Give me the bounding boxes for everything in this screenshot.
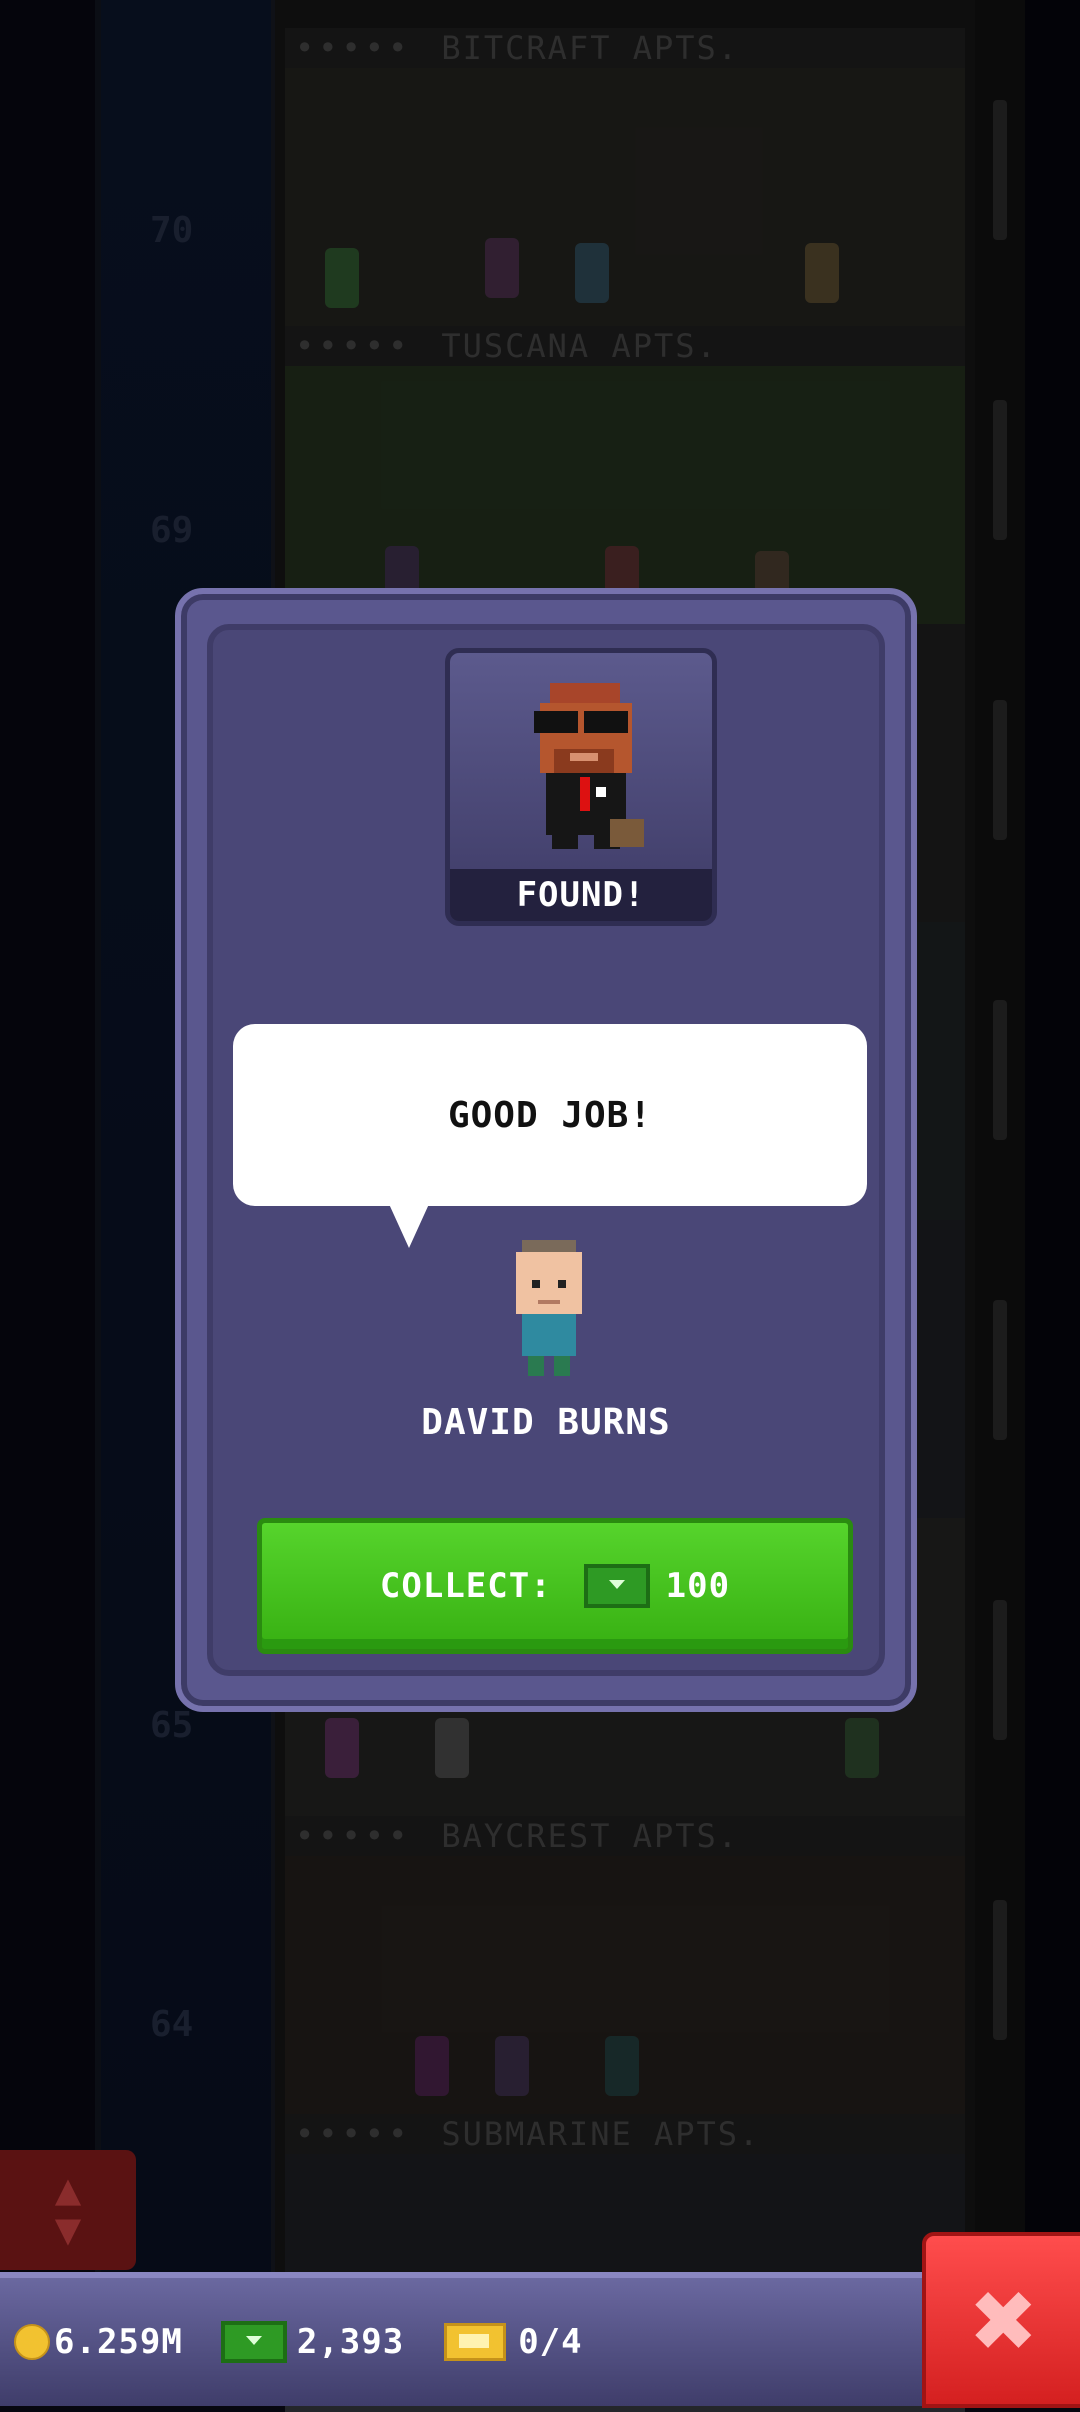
close-icon: ✖ — [971, 2256, 1039, 2384]
collect-label: COLLECT: — [379, 1566, 552, 1606]
speech-bubble-tail — [389, 1204, 429, 1248]
collect-button[interactable]: COLLECT: 100 — [257, 1518, 853, 1654]
coin-icon — [14, 2324, 50, 2360]
ticket-icon — [444, 2323, 507, 2361]
bitizen-name: DAVID BURNS — [421, 1402, 671, 1443]
found-label: FOUND! — [450, 869, 712, 921]
speech-text: GOOD JOB! — [447, 1094, 653, 1136]
chevron-down-icon: ▼ — [54, 2204, 82, 2255]
bux-value: 2,393 — [296, 2322, 405, 2362]
bux-stat[interactable]: 2,393 — [197, 2321, 404, 2363]
collect-amount: 100 — [665, 1566, 731, 1606]
bitizen-avatar — [516, 1240, 582, 1376]
found-bitizen-dialog: FOUND! GOOD JOB! DAVID BURNS COLLECT: 10… — [175, 588, 917, 1712]
bux-icon — [220, 2321, 287, 2363]
vip-character-icon — [534, 683, 644, 849]
close-button[interactable]: ✖ — [922, 2232, 1080, 2408]
elevator-button[interactable]: ▲ ▼ — [0, 2150, 136, 2270]
tickets-stat[interactable]: 0/4 — [418, 2322, 582, 2362]
tickets-value: 0/4 — [518, 2322, 583, 2362]
bux-icon — [583, 1564, 650, 1608]
speech-bubble: GOOD JOB! — [233, 1024, 867, 1206]
coins-stat[interactable]: 6.259M — [14, 2322, 183, 2362]
coins-value: 6.259M — [54, 2322, 183, 2362]
status-bar: 6.259M 2,393 0/4 — [0, 2272, 925, 2406]
vip-portrait: FOUND! — [445, 648, 717, 926]
dialog-panel: FOUND! GOOD JOB! DAVID BURNS COLLECT: 10… — [207, 624, 885, 1676]
